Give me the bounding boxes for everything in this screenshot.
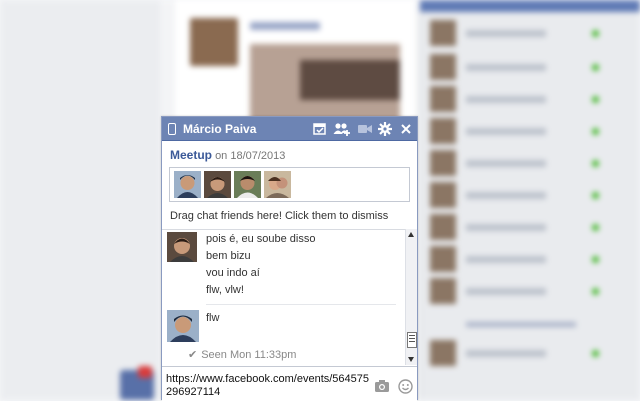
chat-title[interactable]: Márcio Paiva bbox=[183, 122, 256, 136]
sidebar-contact bbox=[430, 214, 630, 244]
friend-avatar[interactable] bbox=[174, 171, 201, 198]
message-input-area[interactable]: https://www.facebook.com/events/56457529… bbox=[162, 366, 417, 401]
message-scrollbar[interactable] bbox=[405, 229, 417, 365]
message-text: vou indo aí bbox=[206, 267, 260, 279]
sidebar-contact bbox=[430, 86, 630, 116]
message-list[interactable]: pois é, eu soube disso bem bizu vou indo… bbox=[162, 229, 405, 365]
friend-avatar[interactable] bbox=[234, 171, 261, 198]
left-column bbox=[0, 0, 160, 400]
sidebar-contact bbox=[430, 182, 630, 212]
story-author bbox=[250, 22, 320, 30]
story-avatar bbox=[190, 18, 238, 66]
settings-gear-icon[interactable] bbox=[377, 121, 393, 137]
event-link[interactable]: Meetup bbox=[170, 148, 212, 162]
close-icon[interactable] bbox=[398, 121, 414, 137]
sidebar-contact bbox=[430, 150, 630, 180]
chat-sidebar-header bbox=[420, 0, 640, 12]
seen-text: Seen Mon 11:33pm bbox=[201, 349, 297, 361]
friend-avatar[interactable] bbox=[204, 171, 231, 198]
sidebar-divider bbox=[466, 322, 576, 327]
own-avatar[interactable] bbox=[167, 310, 199, 342]
event-header: Meetup on 18/07/2013 bbox=[170, 148, 285, 162]
message-text: bem bizu bbox=[206, 250, 251, 262]
sidebar-contact bbox=[430, 340, 630, 370]
scroll-up-arrow-icon[interactable] bbox=[408, 232, 414, 237]
chat-titlebar[interactable]: Márcio Paiva bbox=[162, 117, 417, 141]
message-text: flw, vlw! bbox=[206, 284, 244, 296]
friend-avatar[interactable] bbox=[264, 171, 291, 198]
message-input[interactable]: https://www.facebook.com/events/56457529… bbox=[166, 373, 371, 399]
chat-friends-box[interactable] bbox=[169, 167, 410, 202]
sidebar-contact bbox=[430, 54, 630, 84]
scroll-thumb[interactable] bbox=[407, 332, 417, 348]
notification-badge bbox=[138, 366, 152, 378]
sidebar-contact bbox=[430, 246, 630, 276]
sidebar-contact bbox=[430, 118, 630, 148]
chat-window: Márcio Paiva Meetup on 18/07/2013 Drag c… bbox=[161, 116, 418, 401]
mobile-phone-icon bbox=[168, 123, 176, 135]
checkmark-icon: ✔ bbox=[188, 349, 198, 361]
message-separator bbox=[206, 304, 396, 305]
video-call-icon[interactable] bbox=[357, 121, 373, 137]
sender-avatar[interactable] bbox=[167, 232, 197, 262]
camera-icon[interactable] bbox=[374, 379, 390, 393]
message-text: flw bbox=[206, 312, 220, 324]
emoticon-icon[interactable] bbox=[398, 379, 413, 394]
sidebar-contact bbox=[430, 278, 630, 308]
story-photo-detail bbox=[300, 60, 400, 100]
scroll-down-arrow-icon[interactable] bbox=[408, 357, 414, 362]
seen-status: ✔ Seen Mon 11:33pm bbox=[188, 348, 296, 361]
sidebar-contact bbox=[430, 20, 630, 50]
event-calendar-icon[interactable] bbox=[312, 121, 328, 137]
drag-friends-hint: Drag chat friends here! Click them to di… bbox=[170, 210, 389, 222]
message-text: pois é, eu soube disso bbox=[206, 233, 316, 245]
add-friends-icon[interactable] bbox=[333, 121, 350, 137]
event-date: on 18/07/2013 bbox=[215, 150, 286, 162]
